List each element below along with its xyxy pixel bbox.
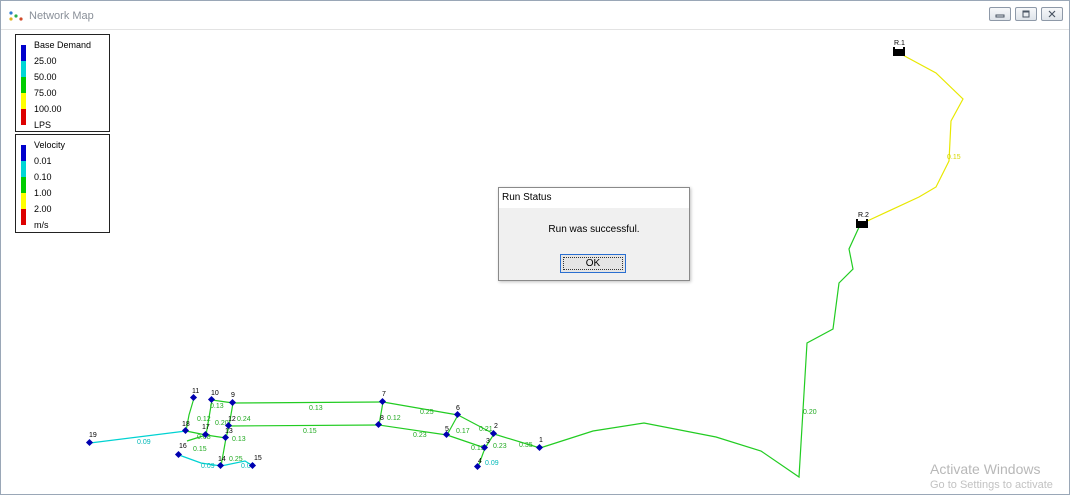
dialog-message: Run was successful. (548, 224, 640, 235)
base-demand-legend[interactable]: Base Demand 25.00 50.00 75.00 100.00 LPS (15, 34, 110, 132)
legend-unit: LPS (34, 120, 52, 130)
link-label: 0.21 (479, 426, 493, 433)
reservoir-r1[interactable]: R.1 (893, 40, 905, 56)
junction-node-6[interactable] (453, 410, 462, 419)
junction-node-14[interactable] (216, 461, 225, 470)
link-label: 0.09 (485, 460, 499, 467)
link-label: 0.25 (229, 456, 243, 463)
junction-node-10[interactable] (207, 395, 216, 404)
legend-title: Velocity (34, 140, 66, 150)
legend-label: 2.00 (34, 204, 52, 214)
node-label: 13 (225, 428, 233, 435)
link-label: 0.15 (193, 446, 207, 453)
network-map-icon (9, 11, 23, 21)
node-label: 14 (218, 456, 226, 463)
link-label: 0.17 (456, 428, 470, 435)
minimize-button[interactable] (989, 7, 1011, 21)
close-button[interactable] (1041, 7, 1063, 21)
pipe-node8-node12 (228, 424, 380, 427)
legend-label: 100.00 (34, 104, 62, 114)
legend-unit: m/s (34, 220, 49, 230)
node-label: 19 (89, 432, 97, 439)
link-label: 0.09 (201, 463, 215, 470)
legend-color-bar (21, 61, 26, 77)
link-label: 0.20 (803, 409, 817, 416)
restore-icon (1022, 10, 1030, 18)
reservoir-label: R.2 (858, 212, 869, 219)
node-label: 8 (380, 415, 384, 422)
title-bar: Network Map (1, 1, 1069, 30)
junction-node-18[interactable] (181, 426, 190, 435)
node-label: 12 (228, 416, 236, 423)
link-label: 0.13 (232, 436, 246, 443)
node-label: 17 (202, 424, 210, 431)
junction-node-1[interactable] (535, 443, 544, 452)
node-label: 11 (192, 388, 199, 395)
link-label: 0.35 (519, 442, 533, 449)
close-icon (1048, 10, 1056, 18)
reservoir-label: R.1 (894, 40, 905, 47)
minimize-icon (995, 14, 1005, 18)
node-label: 3 (486, 438, 490, 445)
link-label: 0.15 (947, 154, 961, 161)
activate-windows-watermark: Activate Windows (930, 461, 1041, 477)
node-label: 4 (478, 458, 482, 465)
node-label: 6 (456, 405, 460, 412)
junction-node-13[interactable] (221, 433, 230, 442)
node-label: 5 (445, 426, 449, 433)
legend-label: 25.00 (34, 56, 57, 66)
node-label: 16 (179, 443, 187, 450)
junction-node-11[interactable] (189, 393, 198, 402)
legend-color-bar (21, 209, 26, 225)
link-label: 0.23 (493, 443, 507, 450)
activate-windows-subtext[interactable]: Go to Settings to activate (930, 479, 1053, 491)
junction-node-19[interactable] (85, 438, 94, 447)
pipe-node16-node14 (178, 454, 222, 467)
ok-button[interactable]: OK (560, 254, 626, 273)
legend-label: 0.10 (34, 172, 52, 182)
node-label: 1 (539, 437, 543, 444)
link-label: 0.09 (137, 439, 151, 446)
link-label: 0.23 (413, 432, 427, 439)
legend-color-bar (21, 161, 26, 177)
link-label: 0.25 (420, 409, 434, 416)
velocity-legend[interactable]: Velocity 0.01 0.10 1.00 2.00 m/s (15, 134, 110, 233)
link-label: 0.15 (303, 428, 317, 435)
network-map-window: Network Map 0.15 0.20 0.35 0.23 0.21 0.1… (0, 0, 1070, 495)
legend-color-bar (21, 77, 26, 93)
link-label: 0.12 (387, 415, 401, 422)
node-label: 7 (382, 391, 386, 398)
legend-color-bar (21, 93, 26, 109)
junction-node-7[interactable] (378, 397, 387, 406)
node-label: 9 (231, 392, 235, 399)
legend-label: 1.00 (34, 188, 52, 198)
link-label: 0.24 (237, 416, 251, 423)
node-label: 15 (254, 455, 262, 462)
node-label: 2 (494, 423, 498, 430)
junction-node-8[interactable] (374, 420, 383, 429)
legend-color-bar (21, 145, 26, 161)
reservoir-r2[interactable]: R.2 (856, 212, 869, 228)
pipe-r1-r2 (862, 52, 964, 224)
legend-label: 0.01 (34, 156, 52, 166)
junction-node-9[interactable] (228, 398, 237, 407)
legend-label: 50.00 (34, 72, 57, 82)
legend-color-bar (21, 45, 26, 61)
junction-node-16[interactable] (174, 450, 183, 459)
pipe-node7-node9 (232, 401, 384, 404)
legend-label: 75.00 (34, 88, 57, 98)
legend-title: Base Demand (34, 40, 92, 50)
legend-color-bar (21, 109, 26, 125)
legend-color-bar (21, 177, 26, 193)
node-label: 10 (211, 390, 219, 397)
restore-button[interactable] (1015, 7, 1037, 21)
link-label: 0.12 (197, 416, 211, 423)
window-title: Network Map (29, 10, 94, 22)
dialog-title: Run Status (499, 188, 689, 208)
node-label: 18 (182, 421, 190, 428)
link-label: 0.13 (210, 403, 224, 410)
legend-color-bar (21, 193, 26, 209)
link-label: 0.13 (309, 405, 323, 412)
